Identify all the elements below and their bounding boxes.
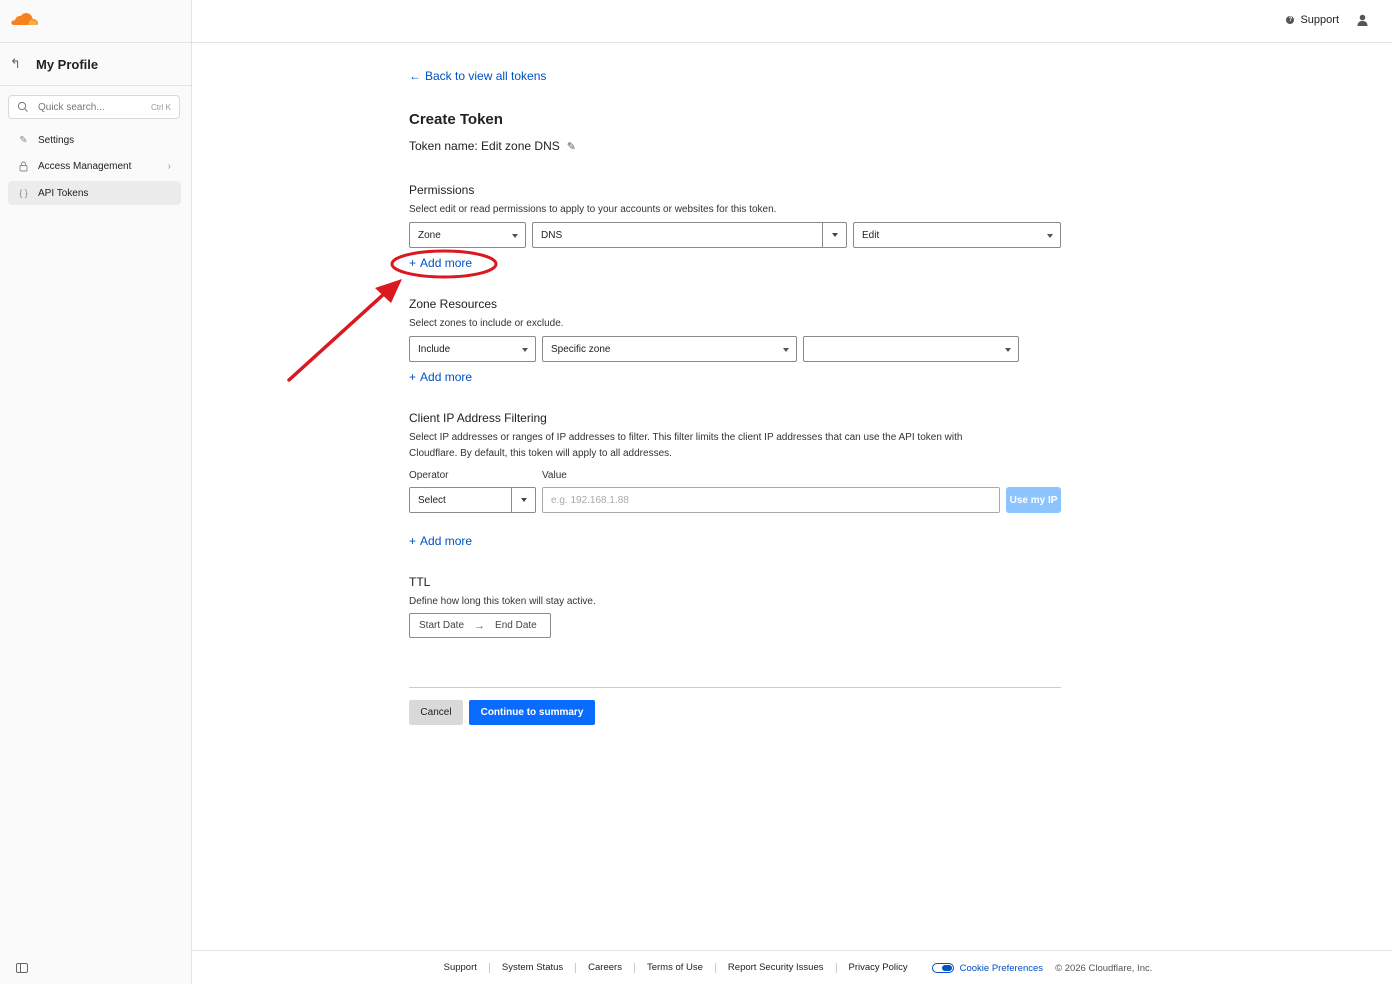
permissions-heading: Permissions <box>409 183 475 197</box>
search-icon <box>17 101 28 112</box>
arrow-left-icon: ← <box>409 69 421 83</box>
sidebar-item-api-tokens[interactable]: { } API Tokens <box>8 181 181 205</box>
caret-down-icon <box>1047 234 1053 238</box>
footer-link-support[interactable]: Support <box>432 963 490 973</box>
back-to-tokens-link[interactable]: ← Back to view all tokens <box>409 69 546 83</box>
permission-access-select[interactable]: Edit <box>853 222 1061 248</box>
select-value: Specific zone <box>551 343 611 355</box>
use-my-ip-button[interactable]: Use my IP <box>1006 487 1061 513</box>
copyright: © 2026 Cloudflare, Inc. <box>1055 962 1153 974</box>
select-value: Select <box>418 494 446 506</box>
pencil-icon: ✎ <box>19 134 28 146</box>
permissions-description: Select edit or read permissions to apply… <box>409 204 777 215</box>
operator-select[interactable]: Select <box>409 487 536 513</box>
back-arrow-icon[interactable]: ↰ <box>10 57 24 71</box>
zone-type-select[interactable]: Specific zone <box>542 336 797 362</box>
ip-filtering-heading: Client IP Address Filtering <box>409 411 547 425</box>
plus-icon: + <box>409 256 417 270</box>
profile-header[interactable]: ↰ My Profile <box>10 56 98 72</box>
top-bar: ? Support <box>192 0 1392 43</box>
caret-down-icon <box>522 348 528 352</box>
privacy-toggle-icon <box>931 963 954 973</box>
value-label: Value <box>542 470 567 481</box>
edit-pencil-icon[interactable]: ✎ <box>567 140 576 153</box>
sidebar-divider <box>0 42 191 43</box>
plus-icon: + <box>409 534 417 548</box>
help-icon: ? <box>1286 16 1295 24</box>
cookie-preferences-link[interactable]: Cookie Preferences <box>920 963 1049 974</box>
cookie-preferences-label: Cookie Preferences <box>959 962 1044 974</box>
sidebar-item-label: Settings <box>38 134 75 146</box>
ip-filtering-description-line2: Cloudflare. By default, this token will … <box>409 448 672 459</box>
cloudflare-logo-icon[interactable] <box>10 11 40 27</box>
footer-link-system-status[interactable]: System Status <box>490 963 577 973</box>
select-value: Include <box>418 343 451 355</box>
footer-links: Support System Status Careers Terms of U… <box>192 951 1392 984</box>
permission-scope-select[interactable]: Zone <box>409 222 526 248</box>
input-placeholder: e.g. 192.168.1.88 <box>551 494 629 506</box>
operator-label: Operator <box>409 470 449 481</box>
select-value: DNS <box>541 229 563 241</box>
permission-resource-select[interactable]: DNS <box>532 222 847 248</box>
search-shortcut: Ctrl K <box>151 102 171 112</box>
add-more-label: Add more <box>420 256 473 270</box>
footer-link-careers[interactable]: Careers <box>576 963 635 973</box>
caret-down-icon <box>511 488 535 512</box>
add-more-label: Add more <box>420 370 473 384</box>
zone-resources-heading: Zone Resources <box>409 297 498 311</box>
end-date-label: End Date <box>495 620 537 631</box>
caret-down-icon <box>822 223 846 247</box>
zone-add-more-button[interactable]: + Add more <box>409 370 472 384</box>
footer: Support System Status Careers Terms of U… <box>192 950 1392 984</box>
ttl-description: Define how long this token will stay act… <box>409 596 596 607</box>
sidebar-item-label: Access Management <box>38 160 132 172</box>
ttl-heading: TTL <box>409 575 431 589</box>
collapse-sidebar-icon[interactable] <box>16 963 28 973</box>
zone-include-select[interactable]: Include <box>409 336 536 362</box>
arrow-right-icon: → <box>474 619 486 632</box>
footer-link-security[interactable]: Report Security Issues <box>716 963 837 973</box>
lock-icon <box>18 161 29 172</box>
sidebar: ↰ My Profile Quick search... Ctrl K ✎ Se… <box>0 0 192 984</box>
braces-icon: { } <box>19 187 28 198</box>
sidebar-item-access-management[interactable]: Access Management › <box>8 154 181 178</box>
permissions-add-more-button[interactable]: + Add more <box>409 256 472 270</box>
back-link-label: Back to view all tokens <box>425 69 547 83</box>
ip-add-more-button[interactable]: + Add more <box>409 534 472 548</box>
profile-title: My Profile <box>36 56 99 72</box>
sidebar-item-settings[interactable]: ✎ Settings <box>8 128 181 152</box>
add-more-label: Add more <box>420 534 473 548</box>
token-name-row: Token name: Edit zone DNS ✎ <box>409 139 576 153</box>
cancel-button[interactable]: Cancel <box>409 700 463 725</box>
token-name: Token name: Edit zone DNS <box>409 139 560 153</box>
ttl-date-range-picker[interactable]: Start Date → End Date <box>409 613 551 638</box>
user-icon[interactable] <box>1357 14 1368 26</box>
select-value: Edit <box>862 229 880 241</box>
chevron-right-icon: › <box>167 160 171 172</box>
footer-link-privacy[interactable]: Privacy Policy <box>837 963 920 973</box>
plus-icon: + <box>409 370 417 384</box>
main-content: ← Back to view all tokens Create Token T… <box>192 43 1392 950</box>
caret-down-icon <box>512 234 518 238</box>
start-date-label: Start Date <box>419 620 465 631</box>
sidebar-item-label: API Tokens <box>38 187 89 199</box>
support-menu[interactable]: ? Support <box>1286 14 1339 26</box>
quick-search-input[interactable]: Quick search... Ctrl K <box>8 95 180 119</box>
ip-filtering-description-line1: Select IP addresses or ranges of IP addr… <box>409 432 963 443</box>
page-title: Create Token <box>409 111 503 128</box>
caret-down-icon <box>1005 348 1011 352</box>
zone-resources-description: Select zones to include or exclude. <box>409 318 564 329</box>
sidebar-divider <box>0 85 191 86</box>
ip-value-input[interactable]: e.g. 192.168.1.88 <box>542 487 1000 513</box>
actions-divider <box>409 687 1061 688</box>
footer-link-terms[interactable]: Terms of Use <box>635 963 716 973</box>
continue-to-summary-button[interactable]: Continue to summary <box>469 700 595 725</box>
support-label: Support <box>1300 14 1339 26</box>
zone-select[interactable] <box>803 336 1019 362</box>
search-placeholder: Quick search... <box>38 101 105 113</box>
select-value: Zone <box>418 229 441 241</box>
caret-down-icon <box>783 348 789 352</box>
